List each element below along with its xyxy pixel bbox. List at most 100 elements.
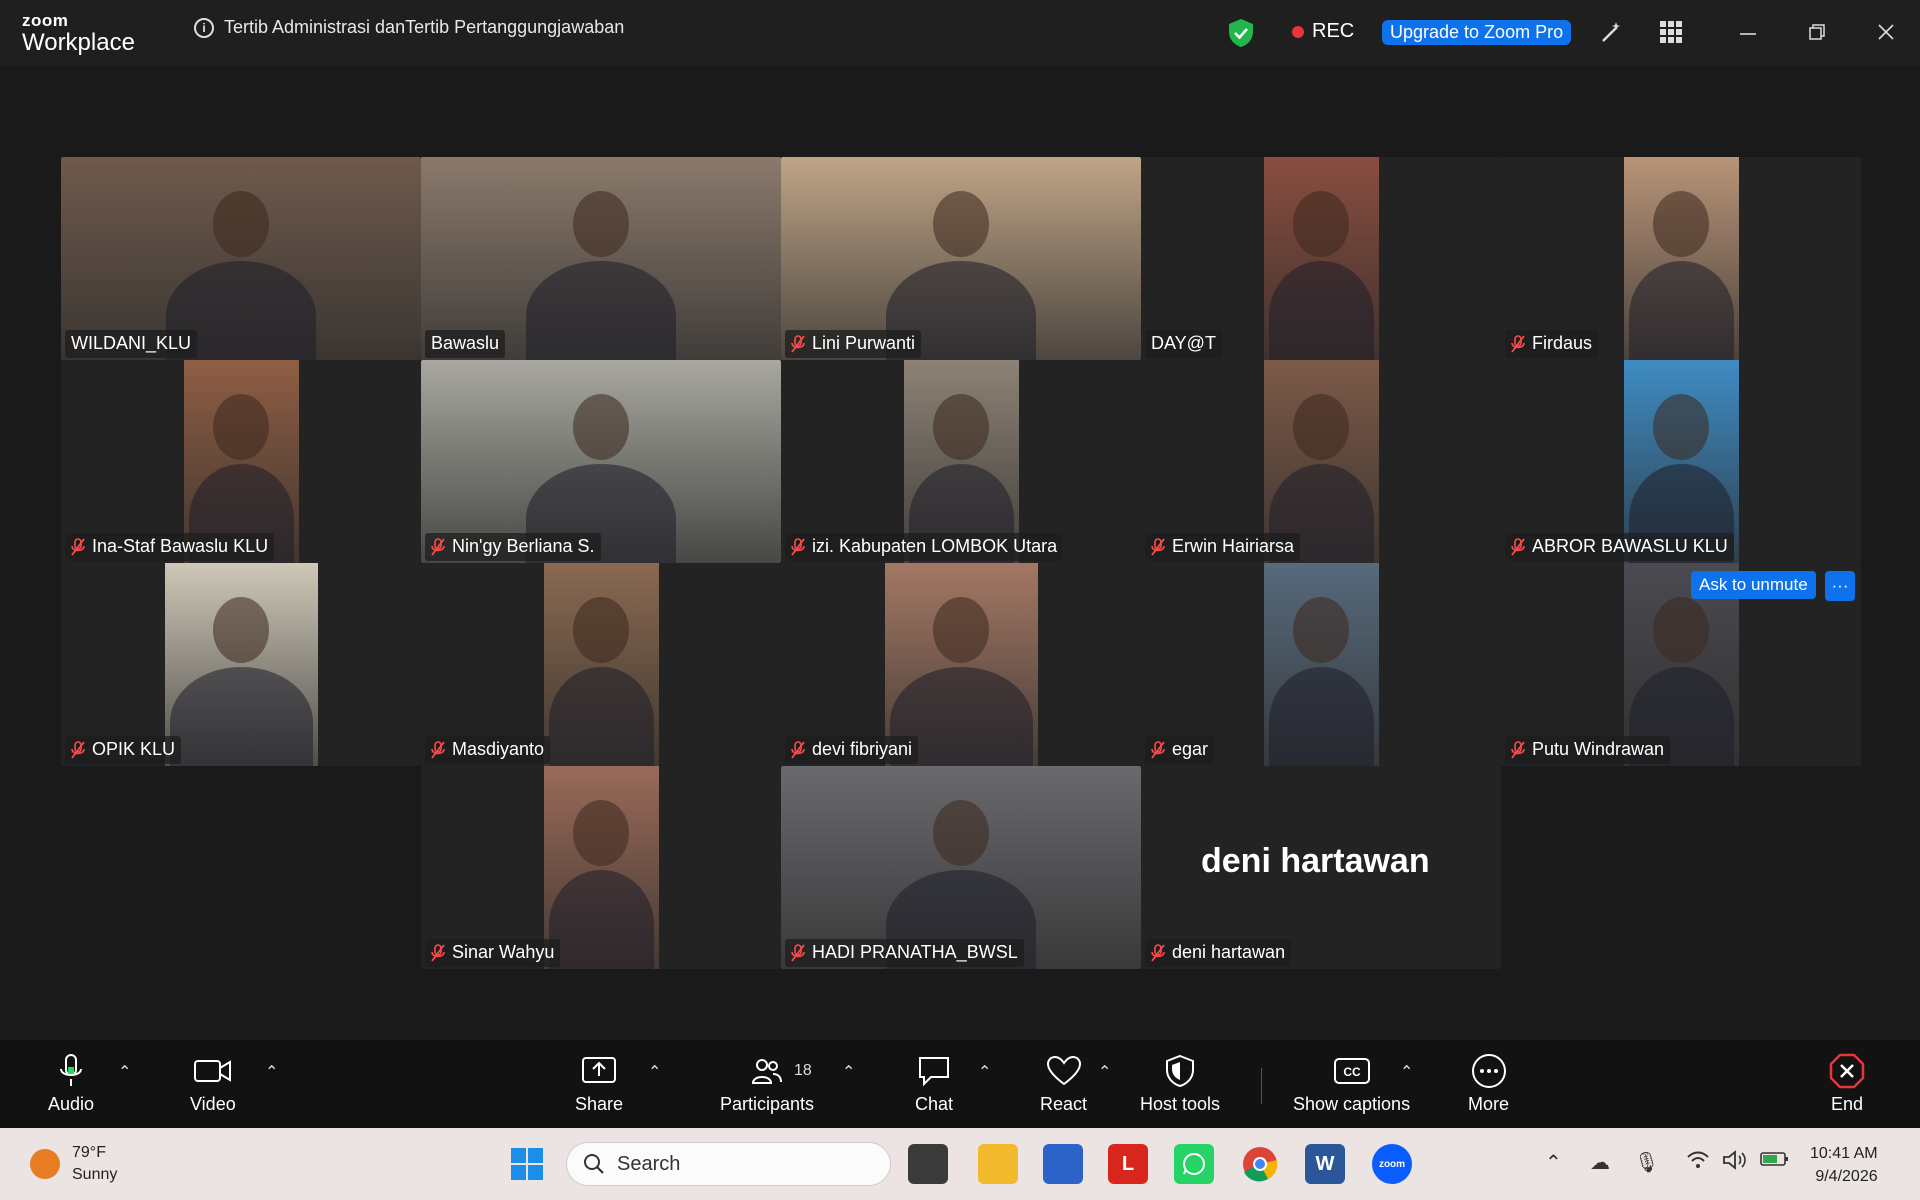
participant-tile[interactable]: WILDANI_KLU [61,157,421,360]
captions-button[interactable]: CC Show captions [1293,1052,1410,1115]
file-explorer-icon[interactable] [978,1144,1018,1184]
app-l-icon[interactable]: L [1108,1144,1148,1184]
participant-silhouette [1653,394,1709,460]
end-meeting-icon [1827,1052,1867,1090]
rec-dot-icon [1292,25,1304,38]
microsoft-store-icon[interactable] [1043,1144,1083,1184]
meeting-toolbar: Audio ⌃ Video ⌃ Share ⌃ Participants 18 … [0,1040,1920,1128]
zoom-taskbar-icon[interactable]: zoom [1372,1144,1412,1184]
windows-start-icon[interactable] [507,1144,547,1184]
participant-tile[interactable]: ABROR BAWASLU KLU [1501,360,1861,563]
wifi-icon[interactable] [1686,1150,1710,1176]
participant-name: Bawaslu [431,333,500,353]
participant-silhouette [1293,394,1349,460]
participant-name: devi fibriyani [812,739,913,759]
shield-icon [1160,1052,1200,1090]
system-clock[interactable]: 10:41 AM 9/4/2026 [1810,1142,1878,1188]
mic-tray-icon[interactable]: 🎙 [1634,1150,1659,1175]
participant-silhouette [933,800,989,866]
share-options-caret-icon[interactable]: ⌃ [648,1062,661,1082]
share-button[interactable]: Share [575,1052,623,1115]
brand-bottom: Workplace [22,29,135,56]
chrome-icon[interactable] [1240,1144,1280,1184]
end-button[interactable]: End [1827,1052,1867,1115]
battery-icon[interactable] [1760,1150,1790,1174]
apps-grid-icon[interactable] [1657,18,1685,46]
mic-muted-icon [71,740,87,759]
participant-tile[interactable]: Nin'gy Berliana S. [421,360,781,563]
participant-name: deni hartawan [1172,942,1286,962]
host-tools-button[interactable]: Host tools [1140,1052,1220,1115]
windows-taskbar: 79°F Sunny Search L W zoom ⌃ ☁ 🎙 10:41 A… [0,1128,1920,1200]
react-button[interactable]: React [1040,1052,1087,1115]
tile-more-options-button[interactable]: ··· [1825,571,1855,601]
participant-tile[interactable]: izi. Kabupaten LOMBOK Utara [781,360,1141,563]
participant-name-tag: Firdaus [1505,330,1599,358]
participant-tile[interactable]: Erwin Hairiarsa [1141,360,1501,563]
meeting-info[interactable]: i Tertib Administrasi danTertib Pertangg… [194,17,624,38]
participant-tile[interactable]: egar [1141,563,1501,766]
video-button[interactable]: Video [190,1052,236,1115]
onedrive-icon[interactable]: ☁ [1590,1150,1610,1175]
magic-wand-icon[interactable] [1598,18,1626,46]
share-screen-icon [579,1052,619,1090]
ask-to-unmute-button[interactable]: Ask to unmute [1691,571,1816,599]
participants-options-caret-icon[interactable]: ⌃ [842,1062,855,1082]
participant-tile[interactable]: deni hartawan deni hartawan [1141,766,1501,969]
mic-muted-icon [1151,537,1167,556]
more-button[interactable]: More [1468,1052,1509,1115]
video-options-caret-icon[interactable]: ⌃ [265,1062,278,1082]
participant-tile[interactable]: OPIK KLU [61,563,421,766]
weather-widget[interactable]: 79°F Sunny [30,1142,117,1187]
volume-icon[interactable] [1722,1150,1748,1176]
mic-muted-icon [431,943,447,962]
react-options-caret-icon[interactable]: ⌃ [1098,1062,1111,1082]
participant-tile[interactable]: Lini Purwanti [781,157,1141,360]
restore-icon[interactable] [1803,18,1831,46]
participant-tile[interactable]: HADI PRANATHA_BWSL [781,766,1141,969]
participant-tile[interactable]: Firdaus [1501,157,1861,360]
audio-label: Audio [48,1094,95,1114]
task-view-icon[interactable] [908,1144,948,1184]
info-icon[interactable]: i [194,17,214,38]
encryption-shield-icon[interactable] [1228,18,1254,48]
mic-muted-icon [1511,537,1527,556]
heart-icon [1044,1052,1084,1090]
participant-tile[interactable]: Sinar Wahyu [421,766,781,969]
participant-body [1268,667,1374,766]
participant-tile[interactable]: Masdiyanto [421,563,781,766]
minimize-icon[interactable] [1734,18,1762,46]
participant-name: Sinar Wahyu [452,942,555,962]
participant-name: Erwin Hairiarsa [1172,536,1295,556]
audio-options-caret-icon[interactable]: ⌃ [118,1062,131,1082]
participant-name-tag: ABROR BAWASLU KLU [1505,533,1734,561]
close-icon[interactable] [1872,18,1900,46]
captions-options-caret-icon[interactable]: ⌃ [1400,1062,1413,1082]
participant-name: ABROR BAWASLU KLU [1532,536,1728,556]
upgrade-button[interactable]: Upgrade to Zoom Pro [1382,20,1572,45]
audio-button[interactable]: Audio [48,1052,94,1115]
zoom-logo: zoom Workplace [22,12,135,55]
participant-tile[interactable]: devi fibriyani [781,563,1141,766]
chat-options-caret-icon[interactable]: ⌃ [978,1062,991,1082]
participant-name: OPIK KLU [92,739,176,759]
taskbar-search[interactable]: Search [566,1142,891,1186]
participant-video [1263,157,1379,360]
participant-tile[interactable]: DAY@T [1141,157,1501,360]
word-icon[interactable]: W [1305,1144,1345,1184]
participant-tile[interactable]: Ina-Staf Bawaslu KLU [61,360,421,563]
gallery-view: WILDANI_KLU Bawaslu Lini Purwanti DAY@T Fird… [0,66,1920,1040]
whatsapp-icon[interactable] [1174,1144,1214,1184]
participant-body [526,261,676,360]
participant-tile[interactable]: Bawaslu [421,157,781,360]
tray-overflow-chevron-icon[interactable]: ⌃ [1545,1150,1562,1175]
participant-name: egar [1172,739,1209,759]
participant-name-tag: devi fibriyani [785,736,919,764]
mic-muted-icon [71,537,87,556]
participant-tile[interactable]: Putu Windrawan Ask to unmute ··· [1501,563,1861,766]
share-label: Share [575,1094,624,1114]
participant-silhouette [933,394,989,460]
recording-indicator[interactable]: REC [1292,20,1354,43]
participant-name-tag: Sinar Wahyu [425,939,561,967]
chat-button[interactable]: Chat [914,1052,954,1115]
